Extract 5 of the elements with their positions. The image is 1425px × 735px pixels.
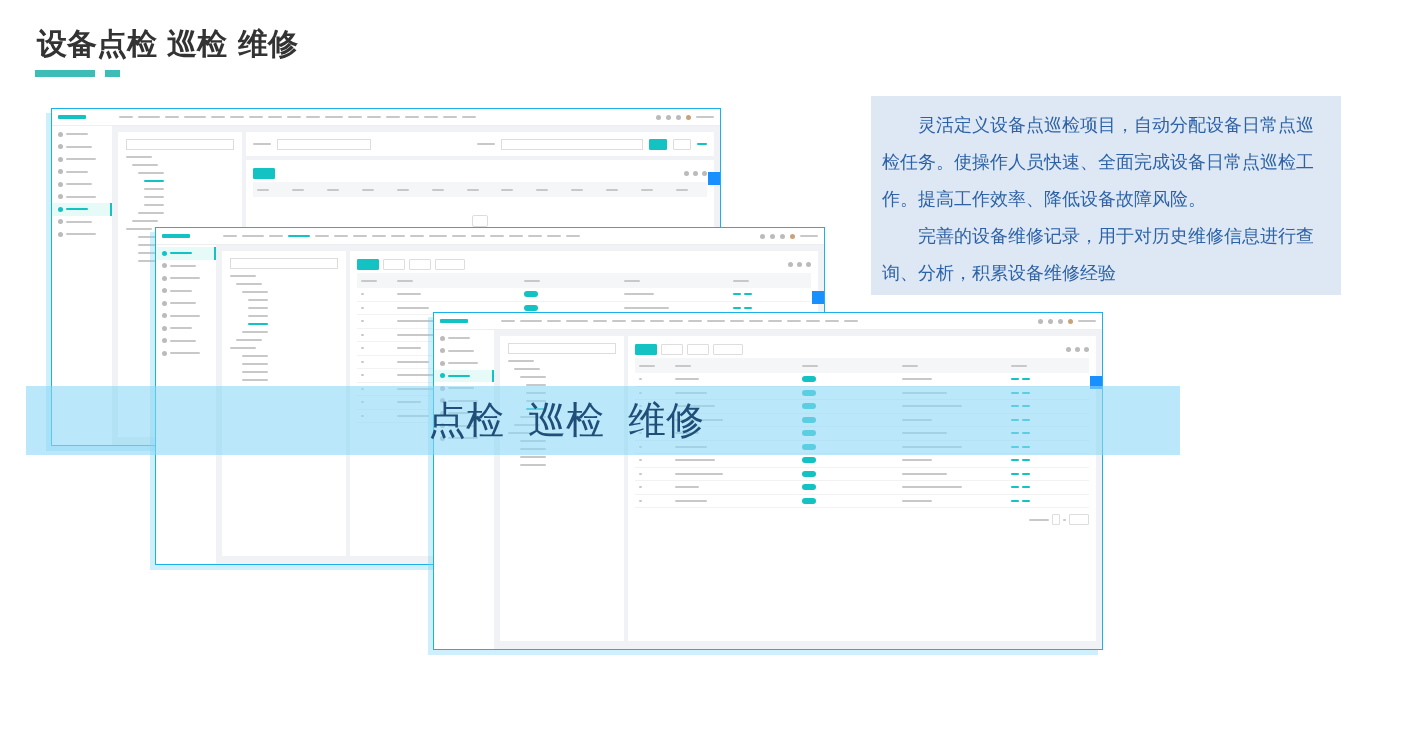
accent-bar bbox=[105, 70, 120, 77]
description-text: 灵活定义设备点巡检项目，自动分配设备日常点巡检任务。使操作人员快速、全面完成设备日常点巡检工作。提高工作效率、降低设备故障风险。 bbox=[882, 113, 1315, 211]
description-text: 完善的设备维修记录，用于对历史维修信息进行查询、分析，积累设备维修经验 bbox=[882, 224, 1315, 285]
page-title: 设备点检 巡检 维修 bbox=[37, 26, 299, 62]
accent-bar bbox=[35, 70, 95, 77]
